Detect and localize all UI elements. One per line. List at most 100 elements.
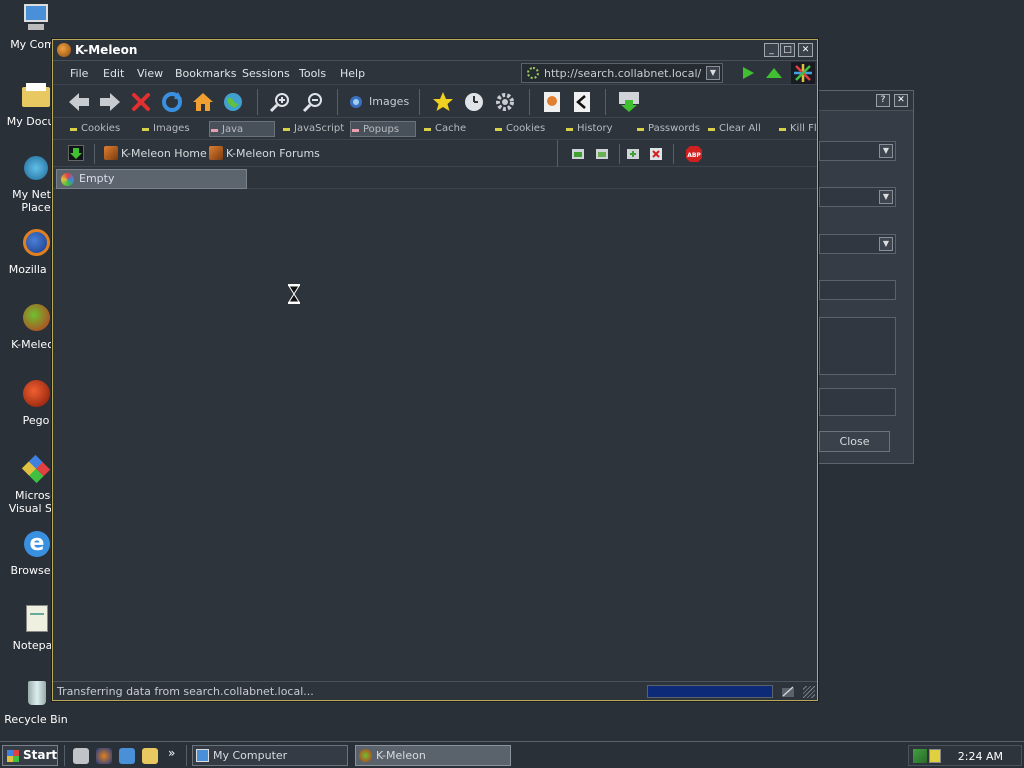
forward-icon[interactable] (98, 90, 122, 114)
chevron-down-icon[interactable]: ▼ (879, 144, 893, 158)
privacy-cookies[interactable]: Cookies (69, 121, 120, 137)
loading-icon (527, 67, 539, 79)
star-icon[interactable] (431, 90, 455, 114)
toolbar-separator (557, 140, 558, 167)
window-close-button[interactable]: ✕ (798, 43, 813, 57)
firefox-quicklaunch-icon[interactable] (96, 748, 112, 764)
add-page-icon[interactable] (626, 147, 640, 161)
security-icon[interactable] (781, 685, 795, 698)
download-icon[interactable] (617, 90, 641, 114)
go-icon[interactable] (741, 66, 755, 80)
reload-icon[interactable] (160, 90, 184, 114)
dropdown-field-2[interactable]: ▼ (819, 187, 896, 207)
privacy-passwords[interactable]: Passwords (636, 121, 700, 137)
bookmark-k-meleon-home[interactable]: K-Meleon Home (103, 145, 207, 163)
page-content[interactable] (54, 190, 816, 682)
duplicate-tab-icon[interactable] (595, 147, 609, 161)
maximize-button[interactable]: □ (780, 43, 795, 57)
svg-text:ABP: ABP (687, 152, 701, 159)
menu-edit[interactable]: Edit (103, 67, 124, 80)
privacy-cache[interactable]: Cache (423, 121, 466, 137)
privacy-clear-all[interactable]: Clear All (707, 121, 761, 137)
task-k-meleon[interactable]: K-Meleon (355, 745, 511, 766)
menu-sessions[interactable]: Sessions (242, 67, 290, 80)
dialog-close-button[interactable]: Close (819, 431, 890, 452)
page-icon[interactable] (540, 90, 564, 114)
url-text[interactable]: http://search.collabnet.local/ (544, 67, 701, 80)
quicklaunch-more[interactable]: » (168, 746, 175, 760)
show-desktop-icon[interactable] (73, 748, 89, 764)
bookmarks-toolbar: K-Meleon Home K-Meleon Forums ABP (53, 140, 817, 167)
close-button[interactable]: ✕ (894, 94, 908, 107)
desktop-icon-label: Recycle Bin (4, 713, 68, 726)
toolbar-separator (94, 144, 95, 164)
up-icon[interactable] (765, 66, 783, 80)
gear-icon[interactable] (493, 90, 517, 114)
menu-tools[interactable]: Tools (299, 67, 326, 80)
navigation-toolbar: Images (53, 85, 817, 118)
zoom-out-icon[interactable] (301, 90, 325, 114)
k-meleon-bookmark-icon (104, 146, 118, 160)
text-field-2[interactable] (819, 388, 896, 416)
toolbar-separator (257, 89, 258, 115)
background-dialog-titlebar: ? ✕ (813, 91, 913, 111)
history-clock-icon[interactable] (462, 90, 486, 114)
stop-icon[interactable] (129, 90, 153, 114)
download-arrow-icon[interactable] (68, 145, 84, 161)
status-text: Transferring data from search.collabnet.… (57, 685, 314, 698)
privacy-images[interactable]: Images (141, 121, 190, 137)
view-source-icon[interactable] (570, 90, 594, 114)
privacy-history[interactable]: History (565, 121, 613, 137)
images-toggle-button[interactable]: Images (349, 94, 409, 110)
status-bar: Transferring data from search.collabnet.… (53, 681, 817, 700)
privacy-label: JavaScript (294, 123, 345, 134)
url-bar[interactable]: http://search.collabnet.local/ ▼ (521, 63, 723, 83)
toolbar-separator (619, 144, 620, 164)
menu-bookmarks[interactable]: Bookmarks (175, 67, 236, 80)
chevron-down-icon[interactable]: ▼ (706, 66, 720, 80)
network-tray-icon[interactable] (913, 749, 927, 763)
privacy-java[interactable]: Java (209, 121, 275, 137)
tab-empty[interactable]: Empty (56, 169, 247, 189)
chevron-down-icon[interactable]: ▼ (879, 237, 893, 251)
task-label: My Computer (213, 749, 288, 762)
new-tab-icon[interactable] (571, 147, 585, 161)
help-button[interactable]: ? (876, 94, 890, 107)
close-tab-icon[interactable] (649, 147, 663, 161)
privacy-javascript[interactable]: JavaScript (282, 121, 344, 137)
globe-icon[interactable] (221, 90, 245, 114)
adblock-icon[interactable]: ABP (685, 145, 703, 163)
dropdown-field-3[interactable]: ▼ (819, 234, 896, 254)
dropdown-field-1[interactable]: ▼ (819, 141, 896, 161)
privacy-clear-cookies[interactable]: Cookies (494, 121, 545, 137)
minimize-button[interactable]: _ (764, 43, 779, 57)
menu-help[interactable]: Help (340, 67, 365, 80)
explorer-quicklaunch-icon[interactable] (142, 748, 158, 764)
privacy-label: Cookies (506, 123, 546, 134)
privacy-label: History (577, 123, 613, 134)
images-icon (350, 96, 362, 108)
task-my-computer[interactable]: My Computer (192, 745, 348, 766)
toolbar-separator (419, 89, 420, 115)
menu-view[interactable]: View (137, 67, 163, 80)
start-label: Start (23, 748, 58, 762)
bookmark-k-meleon-forums[interactable]: K-Meleon Forums (208, 145, 320, 163)
toolbar-separator (605, 89, 606, 115)
menu-bar: File Edit View Bookmarks Sessions Tools … (53, 61, 817, 85)
back-icon[interactable] (67, 90, 91, 114)
resize-grip[interactable] (803, 686, 815, 698)
chevron-down-icon[interactable]: ▼ (879, 190, 893, 204)
privacy-popups[interactable]: Popups (350, 121, 416, 137)
network-quicklaunch-icon[interactable] (119, 748, 135, 764)
privacy-kill-flash[interactable]: Kill Fl (778, 121, 816, 137)
hourglass-cursor-icon (288, 284, 300, 304)
zoom-in-icon[interactable] (268, 90, 292, 114)
progress-fill (648, 686, 772, 697)
menu-file[interactable]: File (70, 67, 88, 80)
notepad-icon (20, 603, 52, 635)
home-icon[interactable] (191, 90, 215, 114)
text-field[interactable] (819, 280, 896, 300)
text-area[interactable] (819, 317, 896, 375)
start-button[interactable]: Start (2, 745, 58, 766)
notepad-tray-icon[interactable] (929, 749, 941, 763)
